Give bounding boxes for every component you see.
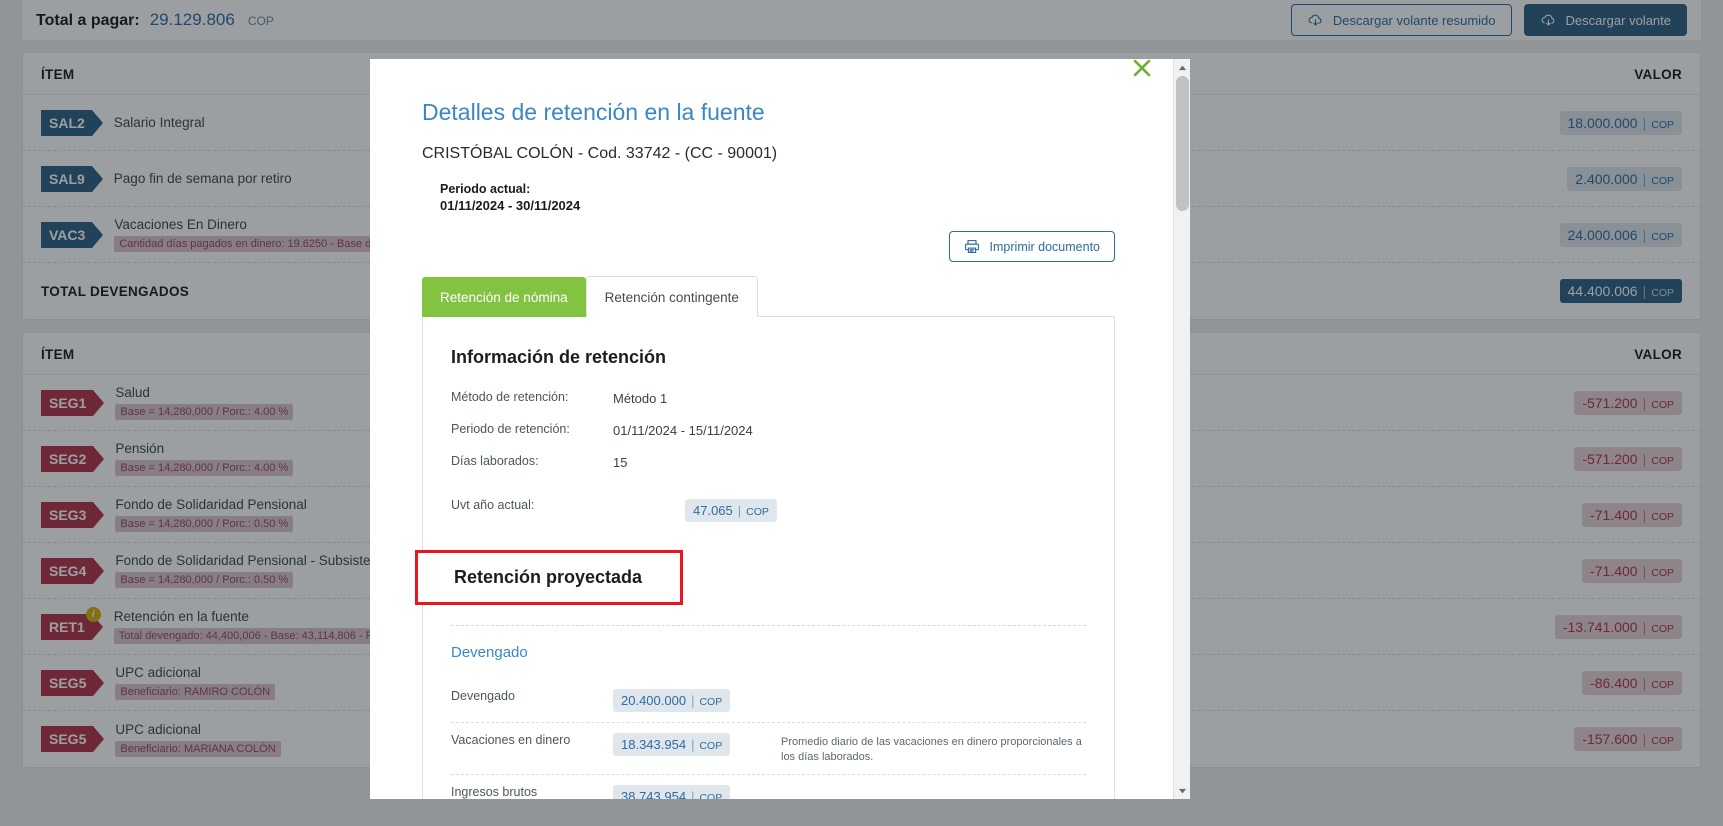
current-period-block: Periodo actual: 01/11/2024 - 30/11/2024 — [422, 182, 1173, 213]
value-separator: | — [691, 693, 695, 708]
printer-icon — [964, 239, 981, 254]
projected-value-number: 18.343.954 — [621, 737, 687, 752]
retention-details-modal: Detalles de retención en la fuente CRIST… — [370, 59, 1190, 799]
retencion-proyectada-highlight: Retención proyectada — [415, 550, 683, 605]
field-label: Método de retención: — [451, 390, 569, 404]
current-period-label: Periodo actual: — [440, 182, 531, 196]
projected-row-value: 20.400.000 | COP — [613, 689, 731, 712]
info-section-heading: Información de retención — [451, 347, 667, 367]
projected-value-currency: COP — [699, 696, 723, 708]
field-label: Periodo de retención: — [451, 422, 570, 436]
print-document-label: Imprimir documento — [989, 239, 1100, 254]
scroll-down-arrow[interactable] — [1174, 782, 1190, 799]
current-period-value: 01/11/2024 - 30/11/2024 — [440, 198, 581, 213]
field-periodo-retencion: Periodo de retención: 01/11/2024 - 15/11… — [451, 422, 1114, 438]
app-root: Total a pagar: 29.129.806 COP Descargar … — [0, 0, 1723, 826]
modal-title: Detalles de retención en la fuente — [422, 99, 765, 125]
projected-row-label: Ingresos brutos — [451, 785, 538, 799]
field-label: Uvt año actual: — [451, 498, 535, 512]
section-divider — [451, 625, 1086, 626]
field-value: Método 1 — [613, 391, 668, 406]
value-separator: | — [691, 789, 695, 799]
projected-value-currency: COP — [699, 792, 723, 799]
print-document-button[interactable]: Imprimir documento — [948, 231, 1115, 262]
field-value: 01/11/2024 - 15/11/2024 — [613, 423, 753, 438]
scroll-up-arrow[interactable] — [1174, 59, 1190, 76]
field-label: Días laborados: — [451, 454, 539, 468]
projected-section-heading: Retención proyectada — [454, 567, 643, 587]
field-uvt-ano-actual: Uvt año actual: 47.065 | COP — [451, 498, 1114, 522]
field-value: 15 — [613, 455, 628, 470]
projected-row-value: 38.743.954 | COP — [613, 785, 731, 799]
tab-panel-retencion-nomina: Información de retención Método de reten… — [415, 316, 1115, 799]
projected-row-value-wrap: 18.343.954 | COP — [613, 733, 781, 756]
projected-row: Devengado 20.400.000 | COP — [451, 679, 1086, 723]
employee-identity: CRISTÓBAL COLÓN - Cod. 33742 - (CC - 900… — [422, 145, 778, 162]
field-value-wrap: 47.065 | COP — [613, 498, 777, 522]
tab-retencion-nomina[interactable]: Retención de nómina — [422, 277, 586, 317]
scrollbar-thumb[interactable] — [1176, 76, 1189, 211]
projected-row-note: Promedio diario de las vacaciones en din… — [781, 736, 1082, 763]
projected-row: Vacaciones en dinero 18.343.954 | COP Pr… — [451, 723, 1086, 776]
projected-value-currency: COP — [699, 740, 723, 752]
value-separator: | — [691, 737, 695, 752]
devengado-subheading: Devengado — [451, 644, 528, 661]
modal-body: Detalles de retención en la fuente CRIST… — [370, 59, 1173, 799]
projected-value-number: 20.400.000 — [621, 693, 687, 708]
print-row: Imprimir documento — [422, 231, 1173, 262]
projected-row-label: Vacaciones en dinero — [451, 733, 571, 747]
projected-row-value-wrap: 20.400.000 | COP — [613, 689, 781, 712]
tab-retencion-contingente[interactable]: Retención contingente — [585, 276, 758, 317]
projected-value-number: 38.743.954 — [621, 789, 687, 799]
modal-tabs: Retención de nómina Retención contingent… — [422, 276, 1173, 317]
close-icon[interactable] — [1131, 59, 1153, 79]
uvt-value-currency: COP — [746, 506, 769, 518]
field-metodo-retencion: Método de retención: Método 1 — [451, 390, 1114, 406]
uvt-value: 47.065 | COP — [685, 499, 777, 522]
value-separator: | — [737, 503, 742, 518]
uvt-value-number: 47.065 — [693, 503, 733, 518]
field-dias-laborados: Días laborados: 15 — [451, 454, 1114, 470]
modal-scrollbar[interactable] — [1173, 59, 1190, 799]
projected-row-label: Devengado — [451, 689, 515, 703]
projected-row-value-wrap: 38.743.954 | COP — [613, 785, 781, 799]
projected-row-value: 18.343.954 | COP — [613, 733, 731, 756]
projected-row: Ingresos brutos 38.743.954 | COP — [451, 775, 1086, 799]
